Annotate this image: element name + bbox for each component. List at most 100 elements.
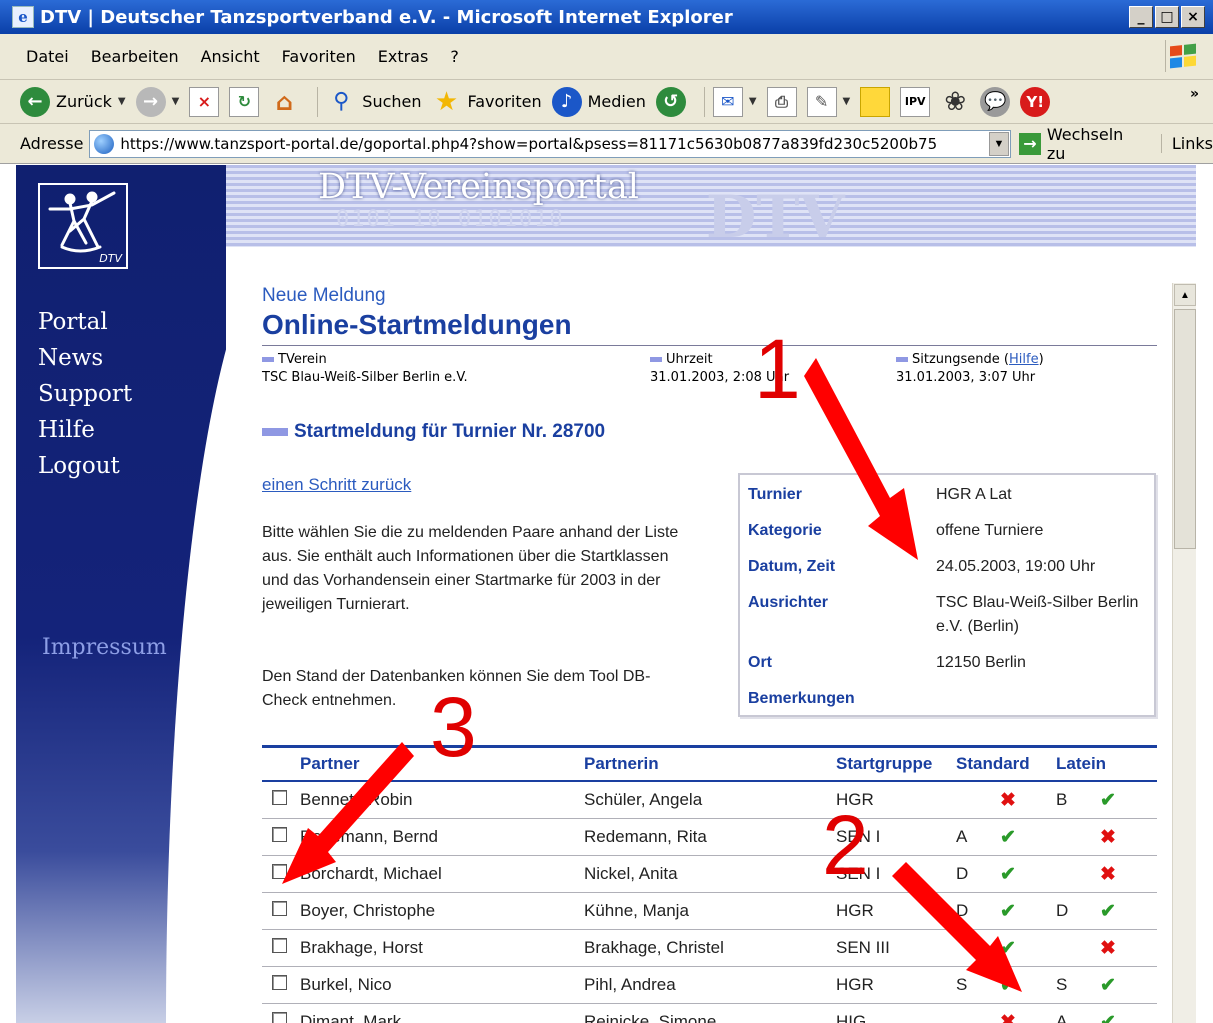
row-checkbox[interactable] (272, 901, 287, 916)
scroll-up-icon[interactable]: ▲ (1174, 284, 1196, 306)
meta-verein-value: TSC Blau-Weiß-Silber Berlin e.V. (262, 370, 468, 385)
history-icon: ↺ (655, 86, 686, 117)
maximize-button[interactable]: □ (1155, 6, 1179, 28)
url-text[interactable]: https://www.tanzsport-portal.de/goportal… (120, 135, 989, 153)
discuss-button[interactable]: 💬 (980, 86, 1011, 117)
notes-button[interactable] (860, 86, 891, 117)
go-label: Wechseln zu (1046, 124, 1124, 163)
address-field[interactable]: https://www.tanzsport-portal.de/goportal… (89, 129, 1011, 158)
back-link[interactable]: einen Schritt zurück (262, 475, 411, 495)
back-arrow-icon: ← (20, 86, 50, 117)
mail-dropdown-icon[interactable]: ▼ (749, 96, 757, 107)
favorites-label: Favoriten (467, 92, 542, 111)
mail-button[interactable]: ✉ ▼ (712, 86, 757, 117)
search-label: Suchen (362, 92, 422, 111)
print-button[interactable]: ⎙ (766, 86, 797, 117)
partner-cell: Brakhage, Horst (300, 938, 423, 957)
startgruppe-cell: HGR (836, 975, 874, 994)
media-icon: ♪ (551, 86, 582, 117)
nav-logout[interactable]: Logout (38, 451, 132, 481)
check-icon: ✔ (1000, 937, 1016, 959)
info-key: Datum, Zeit (748, 558, 836, 575)
minimize-button[interactable]: _ (1129, 6, 1153, 28)
menu-ansicht[interactable]: Ansicht (201, 47, 260, 66)
close-button[interactable]: × (1181, 6, 1205, 28)
address-label: Adresse (20, 134, 84, 153)
row-checkbox[interactable] (272, 1012, 287, 1023)
forward-button[interactable]: → ▼ (135, 86, 180, 117)
menu-help[interactable]: ? (450, 47, 459, 66)
startgruppe-cell: SEN III (836, 938, 890, 957)
yahoo-icon: Y! (1020, 86, 1051, 117)
nav-portal[interactable]: Portal (38, 307, 132, 337)
back-dropdown-icon[interactable]: ▼ (118, 96, 126, 107)
links-button[interactable]: Links (1160, 134, 1213, 153)
go-button[interactable]: → Wechseln zu (1018, 124, 1147, 163)
row-checkbox[interactable] (272, 938, 287, 953)
menu-favoriten[interactable]: Favoriten (282, 47, 356, 66)
address-dropdown-icon[interactable]: ▼ (988, 131, 1009, 156)
menu-extras[interactable]: Extras (378, 47, 429, 66)
row-checkbox[interactable] (272, 864, 287, 879)
partner-cell: Redemann, Bernd (300, 827, 438, 846)
partner-cell: Burkel, Nico (300, 975, 392, 994)
help-link[interactable]: Hilfe (1009, 352, 1039, 367)
scroll-thumb[interactable] (1174, 309, 1196, 549)
info-value: HGR A Lat (936, 486, 1012, 503)
home-button[interactable]: ⌂ (269, 87, 299, 117)
partnerin-cell: Brakhage, Christel (584, 938, 724, 957)
title-divider (262, 345, 1157, 346)
search-button[interactable]: ⚲ Suchen (326, 87, 421, 117)
flower-button[interactable]: ❀ (940, 87, 970, 117)
table-row: Brakhage, Horst Brakhage, Christel SEN III… (262, 930, 1157, 967)
menu-datei[interactable]: Datei (26, 47, 69, 66)
media-button[interactable]: ♪ Medien (551, 86, 646, 117)
toolbar-overflow-icon[interactable]: » (1190, 86, 1199, 102)
search-icon: ⚲ (333, 89, 350, 114)
col-standard[interactable]: Standard (956, 754, 1056, 774)
forward-dropdown-icon[interactable]: ▼ (172, 96, 180, 107)
row-checkbox[interactable] (272, 975, 287, 990)
edit-button[interactable]: ✎ ▼ (806, 86, 851, 117)
col-startgruppe[interactable]: Startgruppe (836, 754, 956, 774)
latein-class-cell: D (1056, 901, 1069, 920)
media-label: Medien (587, 92, 646, 111)
stop-button[interactable]: × (189, 86, 220, 117)
edit-dropdown-icon[interactable]: ▼ (843, 96, 851, 107)
partnerin-cell: Nickel, Anita (584, 864, 678, 883)
forward-arrow-icon: → (135, 86, 166, 117)
nav-support[interactable]: Support (38, 379, 132, 409)
refresh-button[interactable]: ↻ (229, 86, 260, 117)
check-icon: ✔ (1100, 789, 1116, 811)
yahoo-button[interactable]: Y! (1020, 86, 1051, 117)
menu-bearbeiten[interactable]: Bearbeiten (91, 47, 179, 66)
logo-text: DTV (99, 252, 122, 265)
toolbar-separator (703, 86, 705, 117)
col-latein[interactable]: Latein (1056, 754, 1156, 774)
info-key: Ort (748, 654, 772, 671)
flower-icon: ❀ (944, 86, 967, 117)
go-arrow-icon: → (1018, 132, 1041, 155)
back-button[interactable]: ← Zurück ▼ (20, 86, 126, 117)
startgruppe-cell: HIG (836, 1012, 867, 1023)
nav-news[interactable]: News (38, 343, 132, 373)
col-partner[interactable]: Partner (300, 754, 584, 774)
vertical-scrollbar[interactable]: ▲ (1172, 283, 1196, 1023)
history-button[interactable]: ↺ (655, 86, 686, 117)
favorites-button[interactable]: ★ Favoriten (432, 87, 542, 117)
startgruppe-cell: HGR (836, 901, 874, 920)
row-checkbox[interactable] (272, 827, 287, 842)
nav-impressum[interactable]: Impressum (42, 635, 167, 660)
row-checkbox-cell (262, 1012, 300, 1023)
toolbar-separator (317, 86, 319, 117)
check-icon: ✔ (1000, 826, 1016, 848)
cross-icon: ✖ (1100, 826, 1116, 848)
messenger-button[interactable]: IPV (900, 86, 931, 117)
row-checkbox-cell (262, 827, 300, 847)
messenger-icon: IPV (900, 86, 931, 117)
nav-hilfe[interactable]: Hilfe (38, 415, 132, 445)
col-partnerin[interactable]: Partnerin (584, 754, 836, 774)
partnerin-cell: Reinicke, Simone (584, 1012, 717, 1023)
row-checkbox[interactable] (272, 790, 287, 805)
dtv-logo[interactable]: DTV (38, 183, 128, 269)
